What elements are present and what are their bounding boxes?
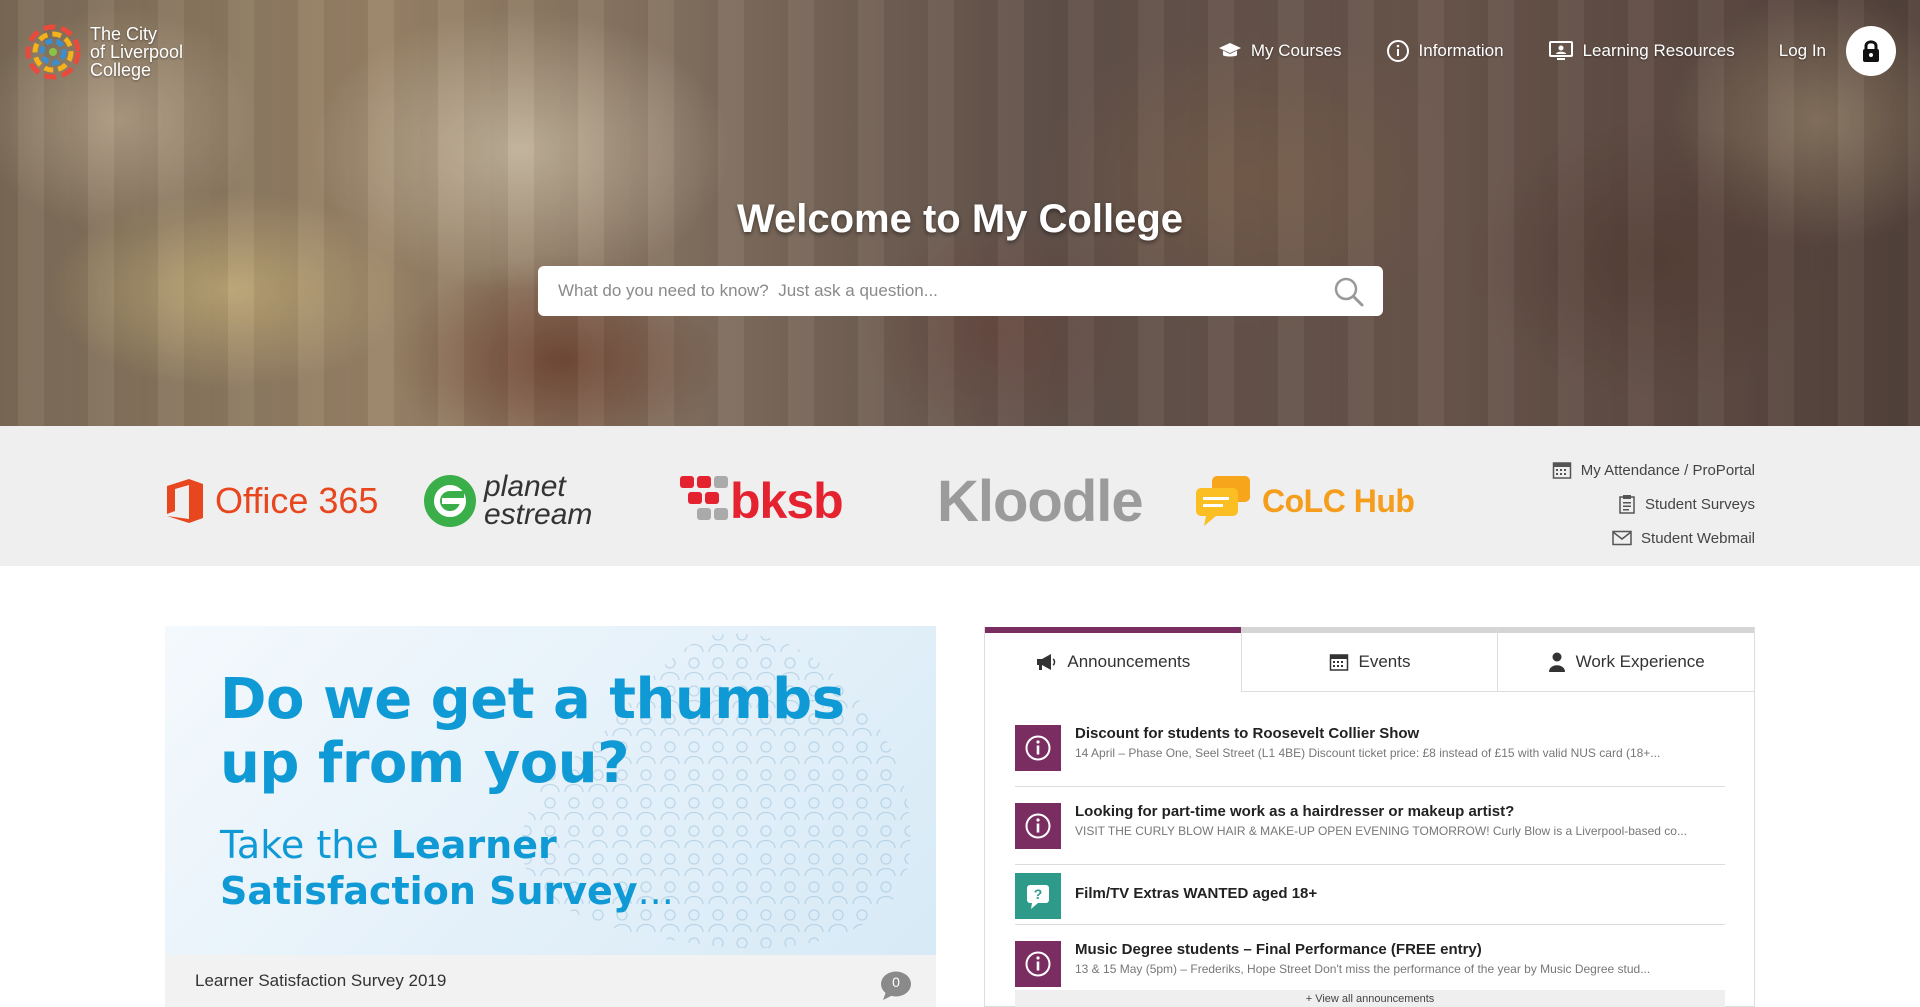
search-input[interactable] (538, 269, 1298, 313)
announcement-desc: VISIT THE CURLY BLOW HAIR & MAKE-UP OPEN… (1075, 824, 1687, 838)
quick-link-surveys-label: Student Surveys (1644, 495, 1755, 513)
view-all-announcements-button[interactable]: + View all announcements (1015, 990, 1725, 1007)
monitor-icon (1548, 41, 1573, 60)
nav-learning-resources-label: Learning Resources (1582, 41, 1735, 60)
planet-label: planet (484, 470, 566, 503)
info-icon (1025, 735, 1051, 761)
envelope-icon (1612, 530, 1632, 546)
nav-information[interactable]: Information (1386, 39, 1504, 63)
list-item[interactable]: Discount for students to Roosevelt Colli… (1015, 709, 1725, 787)
feature-headline-line-1: Do we get a thumbs (220, 667, 845, 732)
nav-login[interactable]: Log In (1779, 41, 1826, 61)
kloodle-link[interactable]: Kloodle (937, 469, 1144, 534)
nav-my-courses-label: My Courses (1250, 41, 1342, 60)
feature-headline: Do we get a thumbs up from you? (220, 668, 845, 796)
feature-sub-prefix: Take the (220, 823, 391, 867)
announcement-title: Discount for students to Roosevelt Colli… (1075, 725, 1420, 742)
tab-work-experience[interactable]: Work Experience (1497, 627, 1755, 692)
quick-link-webmail-label: Student Webmail (1641, 529, 1755, 547)
login-lock-button[interactable] (1846, 26, 1896, 76)
planet-estream-link[interactable]: planet estream (422, 471, 592, 531)
planet-estream-icon (424, 475, 476, 527)
info-icon (1025, 813, 1051, 839)
megaphone-icon (1037, 654, 1056, 670)
nav-information-label: Information (1418, 41, 1504, 60)
college-logo[interactable]: The City of Liverpool College (24, 20, 194, 84)
kloodle-label: Kloodle (937, 468, 1144, 534)
office365-link[interactable]: Office 365 (165, 471, 378, 531)
list-item[interactable]: ? Film/TV Extras WANTED aged 18+ (1015, 865, 1725, 925)
quick-link-surveys[interactable]: Student Surveys (1552, 487, 1755, 521)
announcement-title: Film/TV Extras WANTED aged 18+ (1075, 885, 1318, 902)
announcement-type-badge (1015, 725, 1061, 771)
announcement-title: Music Degree students – Final Performanc… (1075, 941, 1482, 958)
quick-link-webmail[interactable]: Student Webmail (1552, 521, 1755, 555)
info-circle-icon (1386, 40, 1409, 62)
feature-footer: Learner Satisfaction Survey 2019 0 (165, 955, 936, 1007)
search-icon[interactable] (1333, 276, 1365, 308)
calendar-icon (1329, 654, 1348, 671)
office365-label: Office 365 (215, 480, 379, 521)
question-icon: ? (1027, 885, 1049, 909)
person-icon (1548, 652, 1565, 672)
logo-line-1: The City (90, 24, 158, 44)
calendar-icon (1552, 462, 1571, 479)
estream-label: estream (484, 498, 593, 531)
announcement-title: Looking for part-time work as a hairdres… (1075, 803, 1515, 820)
bksb-link[interactable]: bksb (680, 471, 844, 531)
announcement-type-badge: ? (1015, 873, 1061, 919)
quick-link-attendance[interactable]: My Attendance / ProPortal (1552, 453, 1755, 487)
logo-line-2: of Liverpool (90, 42, 184, 62)
feature-sub-bold-2: Satisfaction Survey (220, 869, 638, 913)
announcement-type-badge (1015, 941, 1061, 987)
info-icon (1025, 951, 1051, 977)
tab-work-experience-label: Work Experience (1575, 652, 1705, 671)
search-bar (538, 266, 1383, 316)
feature-title[interactable]: Learner Satisfaction Survey 2019 (195, 971, 446, 991)
nav-my-courses[interactable]: My Courses (1218, 41, 1342, 61)
feature-sub-suffix: ... (637, 869, 674, 913)
logo-line-3: College (90, 60, 152, 80)
page-title: Welcome to My College (736, 197, 1183, 241)
quick-links: My Attendance / ProPortal Student Survey… (1552, 453, 1755, 555)
college-logo-mark (24, 23, 82, 81)
comment-count-badge[interactable]: 0 (880, 971, 912, 1000)
feature-card: Do we get a thumbs up from you? Take the… (165, 626, 936, 1007)
comment-count: 0 (892, 974, 900, 990)
colc-hub-link[interactable]: CoLC Hub (1194, 471, 1415, 531)
news-tabs: Announcements Events Work Experience (985, 627, 1755, 692)
quick-link-attendance-label: My Attendance / ProPortal (1580, 461, 1755, 479)
announcement-list: Discount for students to Roosevelt Colli… (1015, 709, 1725, 1003)
nav-login-label: Log In (1778, 41, 1826, 60)
announcement-desc: 14 April – Phase One, Seel Street (L1 4B… (1075, 746, 1661, 760)
list-item[interactable]: Looking for part-time work as a hairdres… (1015, 787, 1725, 865)
announcement-desc: 13 & 15 May (5pm) – Frederiks, Hope Stre… (1075, 962, 1651, 976)
feature-sub-bold-1: Learner (390, 823, 557, 867)
graduation-cap-icon (1218, 43, 1241, 57)
feature-banner[interactable]: Do we get a thumbs up from you? Take the… (165, 626, 936, 955)
apps-bar: Office 365 planet estream bksb Kloodle C… (0, 426, 1920, 566)
nav-learning-resources[interactable]: Learning Resources (1548, 40, 1735, 62)
svg-text:?: ? (1034, 886, 1043, 902)
college-logo-text: The City of Liverpool College (90, 25, 183, 79)
colc-hub-label: CoLC Hub (1262, 482, 1415, 519)
office365-icon (167, 479, 203, 523)
feature-subheadline: Take the Learner Satisfaction Survey... (220, 822, 674, 914)
planet-estream-text: planet estream (484, 470, 593, 531)
bksb-label: bksb (730, 473, 844, 529)
tab-events-label: Events (1358, 652, 1411, 671)
tab-announcements-label: Announcements (1067, 652, 1191, 671)
announcement-type-badge (1015, 803, 1061, 849)
top-navigation: My Courses Information Learning Resource… (1174, 26, 1896, 76)
lock-icon (1863, 40, 1879, 62)
feature-headline-line-2: up from you? (220, 731, 630, 796)
clipboard-icon (1619, 495, 1635, 514)
tab-announcements[interactable]: Announcements (985, 627, 1241, 692)
news-panel: Announcements Events Work Experience Dis… (984, 627, 1755, 1007)
chat-bubbles-icon (1196, 476, 1250, 526)
tab-events[interactable]: Events (1240, 627, 1498, 692)
